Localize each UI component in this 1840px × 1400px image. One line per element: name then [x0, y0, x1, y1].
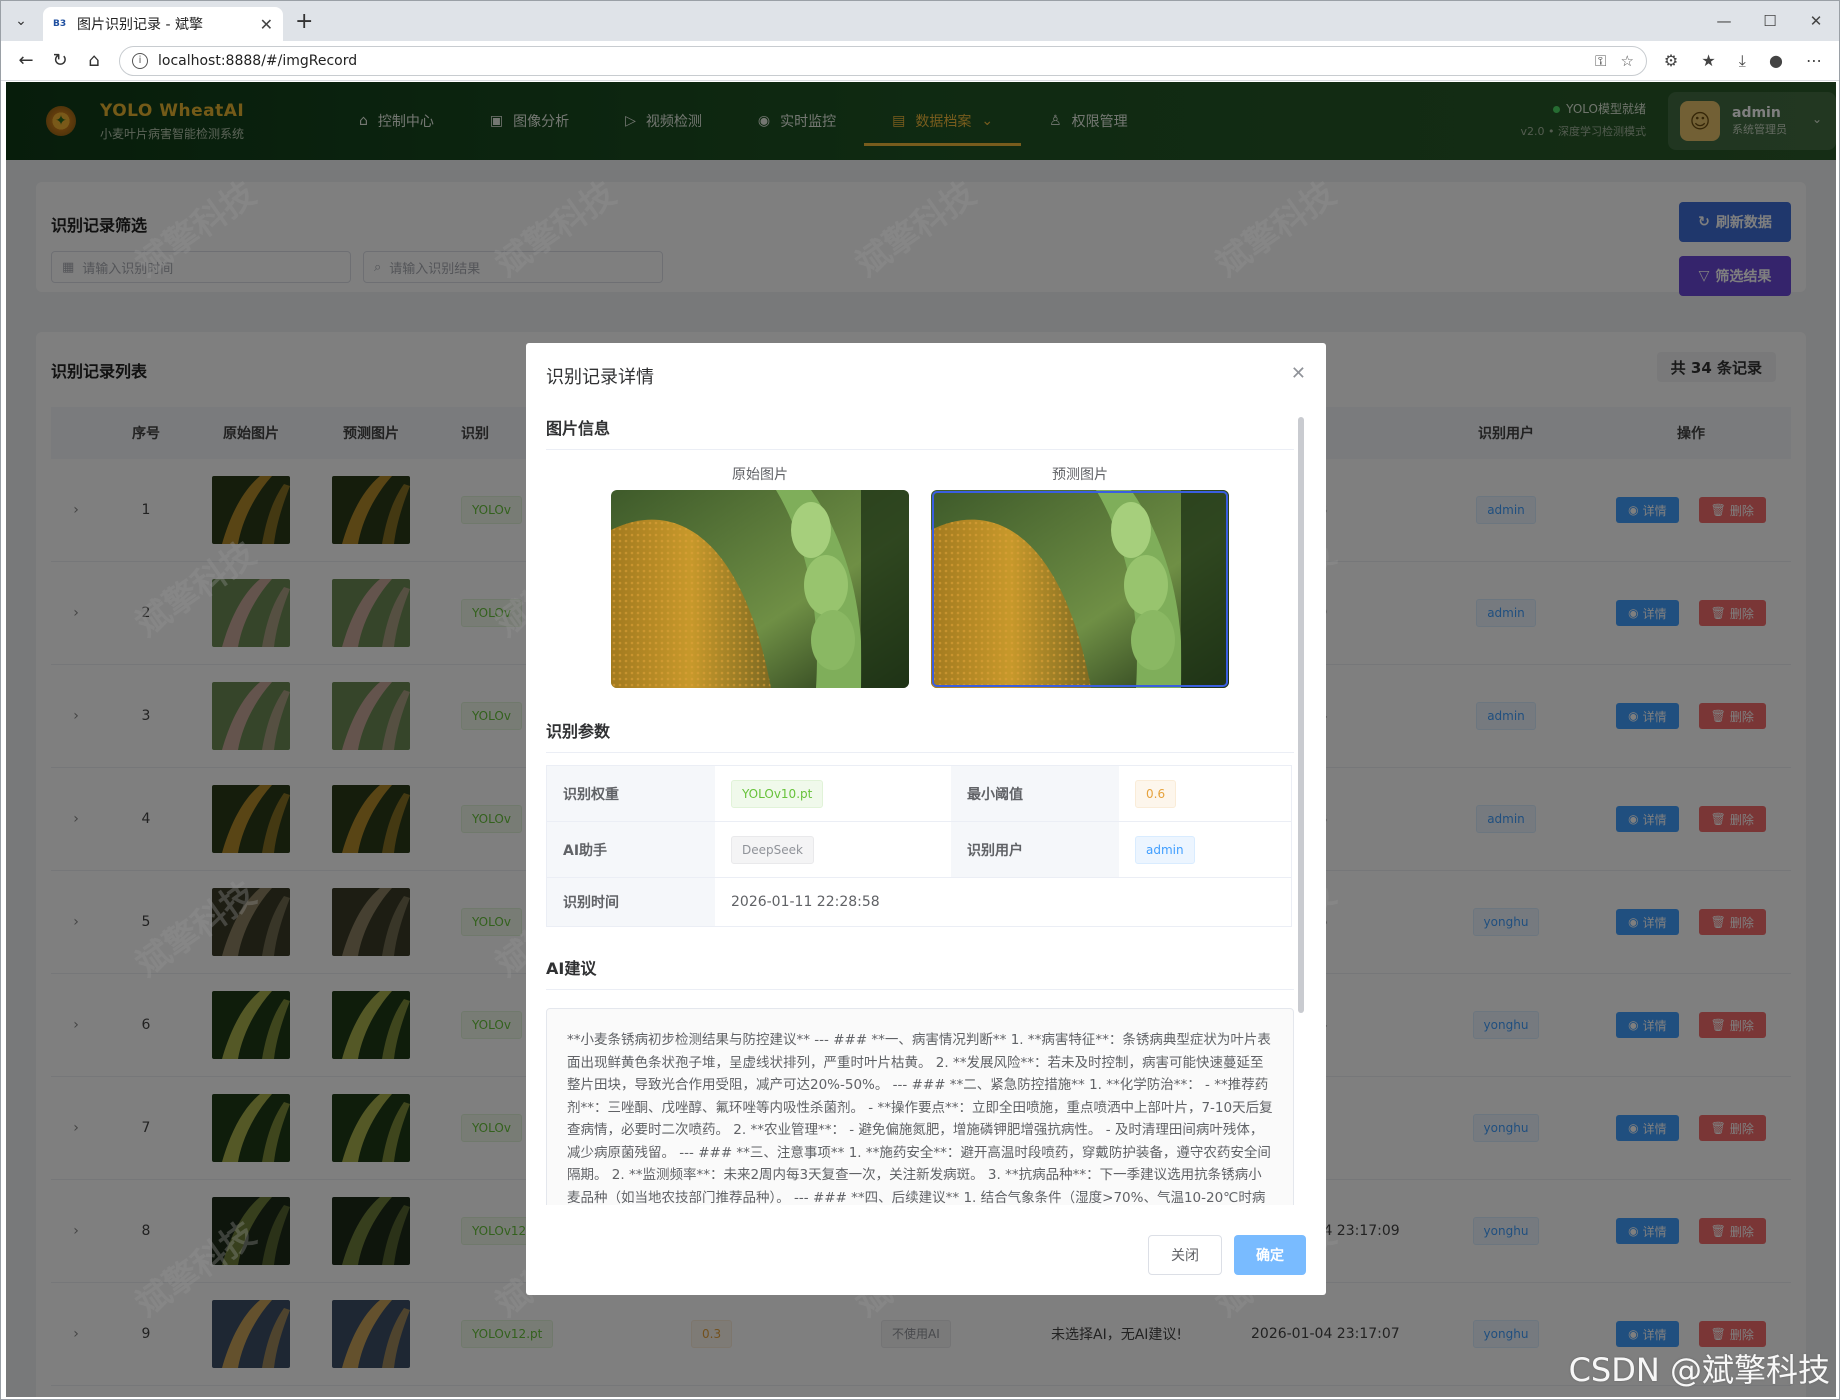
- ai-label: AI助手: [547, 822, 715, 877]
- predicted-image-block: 预测图片: [931, 464, 1229, 688]
- image-pair: 原始图片 预测图片: [546, 464, 1294, 688]
- tab-close-icon[interactable]: ✕: [260, 15, 273, 34]
- ai-tag: DeepSeek: [731, 835, 814, 864]
- section-params-title: 识别参数: [546, 718, 1294, 753]
- download-icon[interactable]: ⤓: [1739, 51, 1746, 70]
- predicted-image[interactable]: [931, 490, 1229, 688]
- new-tab-icon[interactable]: +: [295, 9, 313, 34]
- address-bar: ← ↻ ⌂ i localhost:8888/#/imgRecord ⚿ ☆ ⚙…: [1, 41, 1839, 81]
- ok-button[interactable]: 确定: [1234, 1235, 1306, 1275]
- ai-suggestion-text: **小麦条锈病初步检测结果与防控建议** --- ### **一、病害情况判断*…: [546, 1008, 1294, 1205]
- url-text: localhost:8888/#/imgRecord: [158, 52, 358, 69]
- section-images-title: 图片信息: [546, 415, 1294, 450]
- time-value: 2026-01-11 22:28:58: [731, 894, 880, 910]
- original-image-block: 原始图片: [611, 464, 909, 688]
- dialog-scrollbar[interactable]: [1298, 417, 1304, 1013]
- maximize-icon[interactable]: ☐: [1747, 1, 1793, 41]
- threshold-label: 最小阈值: [951, 766, 1119, 821]
- csdn-watermark: CSDN @斌擎科技: [1568, 1351, 1830, 1389]
- weight-tag: YOLOv10.pt: [731, 779, 824, 808]
- params-table: 识别权重 YOLOv10.pt 最小阈值 0.6 AI助手 DeepSeek 识…: [546, 765, 1292, 927]
- user-label: 识别用户: [951, 822, 1119, 877]
- favorites-icon[interactable]: ★: [1701, 51, 1715, 70]
- tab-strip: ⌄ B3 图片识别记录 - 斌擎 ✕ + — ☐ ✕: [1, 1, 1839, 41]
- predicted-image-caption: 预测图片: [1052, 467, 1108, 483]
- profile-icon[interactable]: ●: [1769, 51, 1783, 70]
- threshold-tag: 0.6: [1135, 779, 1177, 808]
- home-browser-icon[interactable]: ⌂: [77, 44, 111, 78]
- weight-label: 识别权重: [547, 766, 715, 821]
- dialog-footer: 关闭 确定: [1148, 1235, 1306, 1275]
- params-row-2: AI助手 DeepSeek 识别用户 admin: [547, 822, 1291, 878]
- window-controls: — ☐ ✕: [1701, 1, 1839, 41]
- record-detail-dialog: 识别记录详情 ✕ 图片信息 原始图片 预测图片 识别参数 识别权重 YOLOv1…: [526, 343, 1326, 1295]
- extensions-icon[interactable]: ⚙: [1664, 51, 1678, 70]
- user-tag: admin: [1135, 835, 1195, 864]
- minimize-icon[interactable]: —: [1701, 1, 1747, 41]
- time-label: 识别时间: [547, 878, 715, 926]
- key-icon[interactable]: ⚿: [1595, 52, 1606, 70]
- reload-icon[interactable]: ↻: [43, 44, 77, 78]
- browser-toolbar: ⚙ ★ ⤓ ● ⋯: [1655, 51, 1831, 71]
- dialog-title: 识别记录详情: [546, 367, 654, 388]
- dialog-body: 图片信息 原始图片 预测图片 识别参数 识别权重 YOLOv10.pt 最小阈值…: [546, 415, 1294, 1205]
- tab-list-chevron-icon[interactable]: ⌄: [7, 7, 35, 35]
- close-window-icon[interactable]: ✕: [1793, 1, 1839, 41]
- back-icon[interactable]: ←: [9, 44, 43, 78]
- close-button[interactable]: 关闭: [1148, 1235, 1222, 1275]
- more-icon[interactable]: ⋯: [1806, 51, 1822, 70]
- original-image-caption: 原始图片: [732, 467, 788, 483]
- dialog-close-icon[interactable]: ✕: [1291, 363, 1306, 384]
- params-row-1: 识别权重 YOLOv10.pt 最小阈值 0.6: [547, 766, 1291, 822]
- app-page: ✦ YOLO WheatAI 小麦叶片病害智能检测系统 ⌂控制中心 ▣图像分析 …: [6, 82, 1836, 1397]
- params-row-3: 识别时间 2026-01-11 22:28:58: [547, 878, 1291, 926]
- browser-tab[interactable]: B3 图片识别记录 - 斌擎 ✕: [43, 7, 283, 41]
- section-ai-title: AI建议: [546, 955, 1294, 990]
- url-field[interactable]: i localhost:8888/#/imgRecord ⚿ ☆: [119, 45, 1647, 76]
- browser-window: ⌄ B3 图片识别记录 - 斌擎 ✕ + — ☐ ✕ ← ↻ ⌂ i local…: [0, 0, 1840, 1400]
- site-favicon-icon: B3: [53, 19, 67, 29]
- original-image[interactable]: [611, 490, 909, 688]
- star-icon[interactable]: ☆: [1620, 52, 1633, 70]
- site-info-icon[interactable]: i: [132, 52, 148, 69]
- tab-title: 图片识别记录 - 斌擎: [77, 17, 203, 33]
